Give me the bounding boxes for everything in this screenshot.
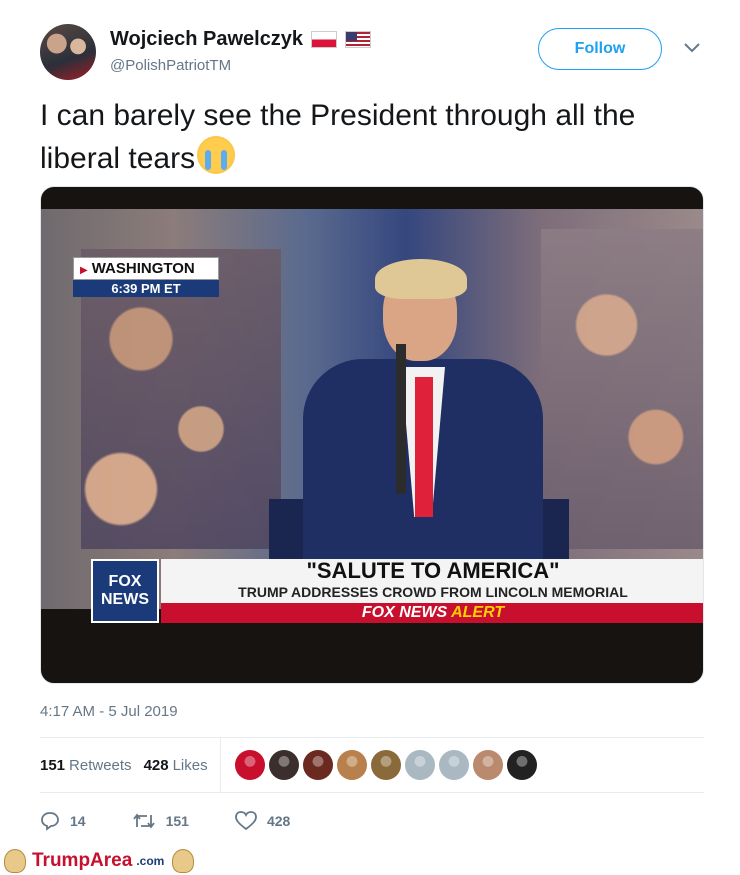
user-handle[interactable]: @PolishPatriotTM bbox=[110, 57, 231, 74]
liker-avatar[interactable] bbox=[268, 750, 299, 780]
cartoon-head-icon bbox=[172, 849, 195, 873]
site-watermark: TrumpArea .com bbox=[4, 848, 195, 874]
banner-main: "SALUTE TO AMERICA" TRUMP ADDRESSES CROW… bbox=[161, 558, 703, 603]
retweets-count: 151 bbox=[40, 756, 66, 774]
banner-subheadline: TRUMP ADDRESSES CROWD FROM LINCOLN MEMOR… bbox=[238, 584, 628, 600]
name-row: Wojciech Pawelczyk bbox=[110, 28, 372, 51]
like-button[interactable]: 428 bbox=[235, 811, 290, 831]
liker-avatar[interactable] bbox=[438, 750, 469, 780]
display-name[interactable]: Wojciech Pawelczyk bbox=[110, 28, 303, 51]
banner-headline: "SALUTE TO AMERICA" bbox=[306, 558, 560, 583]
tweet-actions: 14 151 428 bbox=[40, 806, 440, 836]
speaker-tie bbox=[415, 377, 433, 517]
reply-count: 14 bbox=[70, 813, 86, 829]
tweet-timestamp[interactable]: 4:17 AM - 5 Jul 2019 bbox=[40, 703, 178, 720]
liker-avatar[interactable] bbox=[506, 750, 537, 780]
location-city: WASHINGTON bbox=[73, 257, 219, 280]
stats-separator bbox=[219, 738, 221, 792]
reply-icon bbox=[40, 811, 60, 831]
crying-face-emoji-icon bbox=[197, 136, 236, 174]
cartoon-head-icon bbox=[4, 849, 26, 873]
alert-brand: FOX NEWS bbox=[361, 604, 448, 621]
retweet-icon bbox=[132, 812, 156, 830]
like-count: 428 bbox=[266, 813, 291, 829]
location-bug: WASHINGTON 6:39 PM ET bbox=[73, 257, 219, 297]
retweets-label: Retweets bbox=[69, 756, 132, 774]
tweet-header: Wojciech Pawelczyk @PolishPatriotTM Foll… bbox=[40, 24, 704, 84]
tweet-text: I can barely see the President through a… bbox=[40, 96, 704, 179]
divider bbox=[40, 792, 704, 793]
tweet-stats: 151 Retweets 428 Likes bbox=[40, 738, 704, 792]
likes-label: Likes bbox=[172, 756, 208, 774]
watermark-suffix: .com bbox=[136, 854, 165, 868]
speaker-hair bbox=[375, 259, 467, 299]
tweet-photo[interactable]: WASHINGTON 6:39 PM ET FOX NEWS "SALUTE T… bbox=[40, 186, 704, 684]
tweet-text-body: I can barely see the President through a… bbox=[40, 99, 636, 175]
flag-poland-icon bbox=[311, 31, 338, 48]
news-alert-bar: FOX NEWS ALERT bbox=[161, 603, 703, 623]
liker-avatar[interactable] bbox=[472, 750, 503, 780]
reply-button[interactable]: 14 bbox=[40, 811, 86, 831]
tv-screen: WASHINGTON 6:39 PM ET FOX NEWS "SALUTE T… bbox=[41, 209, 703, 623]
follow-button[interactable]: Follow bbox=[538, 28, 662, 70]
liker-avatars bbox=[234, 750, 537, 780]
location-time: 6:39 PM ET bbox=[73, 280, 219, 297]
flag-usa-icon bbox=[345, 31, 372, 48]
liker-avatar[interactable] bbox=[370, 750, 401, 780]
liker-avatar[interactable] bbox=[302, 750, 333, 780]
retweet-count: 151 bbox=[165, 813, 189, 829]
liker-avatar[interactable] bbox=[234, 750, 265, 780]
alert-word: ALERT bbox=[451, 604, 505, 621]
likes-stat[interactable]: 428 Likes bbox=[144, 757, 208, 774]
heart-icon bbox=[235, 811, 257, 831]
fox-news-logo: FOX NEWS bbox=[91, 559, 159, 623]
avatar[interactable] bbox=[40, 24, 96, 80]
liker-avatar[interactable] bbox=[336, 750, 367, 780]
likes-count: 428 bbox=[143, 756, 169, 774]
liker-avatar[interactable] bbox=[404, 750, 435, 780]
news-banner: FOX NEWS "SALUTE TO AMERICA" TRUMP ADDRE… bbox=[91, 557, 703, 625]
watermark-brand: TrumpArea bbox=[32, 850, 133, 871]
chevron-down-icon[interactable] bbox=[682, 38, 702, 58]
microphone bbox=[396, 344, 406, 494]
retweet-button[interactable]: 151 bbox=[132, 812, 189, 830]
retweets-stat[interactable]: 151 Retweets bbox=[40, 757, 132, 774]
